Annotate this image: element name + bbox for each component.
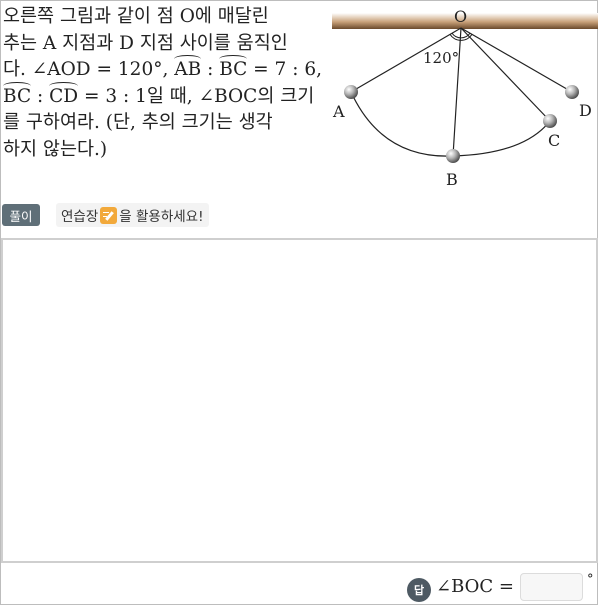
- arc-bc: BC: [3, 81, 32, 111]
- string-oc: [460, 27, 551, 122]
- hint-text: 을 활용하세요!: [119, 209, 204, 225]
- problem-statement: 오른쪽 그림과 같이 점 O에 매달린 추는 A 지점과 D 지점 사이를 움직…: [3, 4, 329, 163]
- problem-text-segment: :: [201, 59, 220, 80]
- problem-text-segment: 다. ∠AOD = 120°,: [3, 59, 175, 80]
- problem-line: 오른쪽 그림과 같이 점 O에 매달린: [3, 6, 269, 27]
- problem-line: 를 구하여라. (단, 추의 크기는 생각: [3, 112, 273, 133]
- label-b: B: [446, 170, 458, 189]
- label-o: O: [454, 7, 467, 26]
- pendulum-figure: O 120° A B C D: [330, 4, 598, 194]
- ball-b: [446, 149, 460, 163]
- hint-text: 연습장: [61, 209, 99, 225]
- pendulum-diagram: O 120° A B C D: [332, 7, 598, 189]
- answer-badge: 답: [407, 578, 431, 602]
- problem-text-segment: :: [31, 85, 50, 107]
- problem-line: 추는 A 지점과 D 지점 사이를 움직인: [3, 32, 288, 54]
- label-c: C: [548, 131, 560, 150]
- ball-d: [565, 85, 579, 99]
- answer-row: 답 ∠BOC = °: [378, 572, 598, 602]
- answer-unit: °: [587, 572, 594, 587]
- solve-button[interactable]: 풀이: [2, 204, 40, 226]
- problem-text-segment: = 7 : 6,: [247, 59, 322, 80]
- label-a: A: [332, 102, 345, 121]
- problem-line: BC : CD = 3 : 1일 때, ∠BOC의 크기: [3, 81, 329, 111]
- swing-arc: [350, 91, 551, 157]
- scratchpad-area[interactable]: [1, 238, 598, 563]
- string-od: [460, 27, 573, 93]
- problem-text-segment: = 3 : 1일 때, ∠BOC의 크기: [78, 85, 315, 107]
- ball-c: [543, 114, 557, 128]
- pencil-note-icon: [100, 206, 118, 224]
- ball-a: [344, 85, 358, 99]
- answer-input[interactable]: [520, 573, 583, 601]
- arc-bc: BC: [219, 55, 248, 84]
- problem-line: 하지 않는다.): [3, 138, 108, 160]
- problem-line: 다. ∠AOD = 120°, AB : BC = 7 : 6,: [3, 55, 329, 84]
- arc-cd: CD: [49, 81, 79, 111]
- angle-label: 120°: [423, 49, 459, 67]
- string-ob: [452, 27, 462, 157]
- arc-ab: AB: [174, 55, 201, 84]
- scratchpad-hint[interactable]: 연습장 을 활용하세요!: [56, 203, 209, 227]
- label-d: D: [579, 101, 592, 120]
- answer-label: ∠BOC =: [436, 576, 514, 597]
